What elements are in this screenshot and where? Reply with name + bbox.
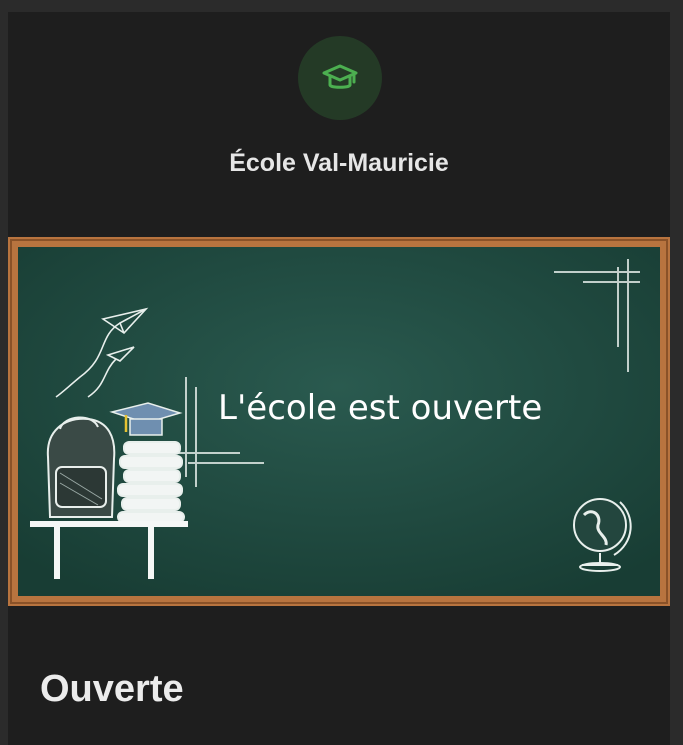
school-logo (298, 36, 382, 120)
status-label: Ouverte (40, 668, 184, 710)
banner-text: L'école est ouverte (218, 388, 542, 428)
graduation-cap-icon (322, 64, 358, 89)
books-stack-icon (117, 441, 185, 523)
backpack-icon (46, 416, 116, 518)
school-card: École Val-Mauricie L'école est ouverte O… (8, 12, 670, 745)
banner-image: L'école est ouverte (8, 237, 670, 606)
school-name: École Val-Mauricie (229, 149, 449, 177)
